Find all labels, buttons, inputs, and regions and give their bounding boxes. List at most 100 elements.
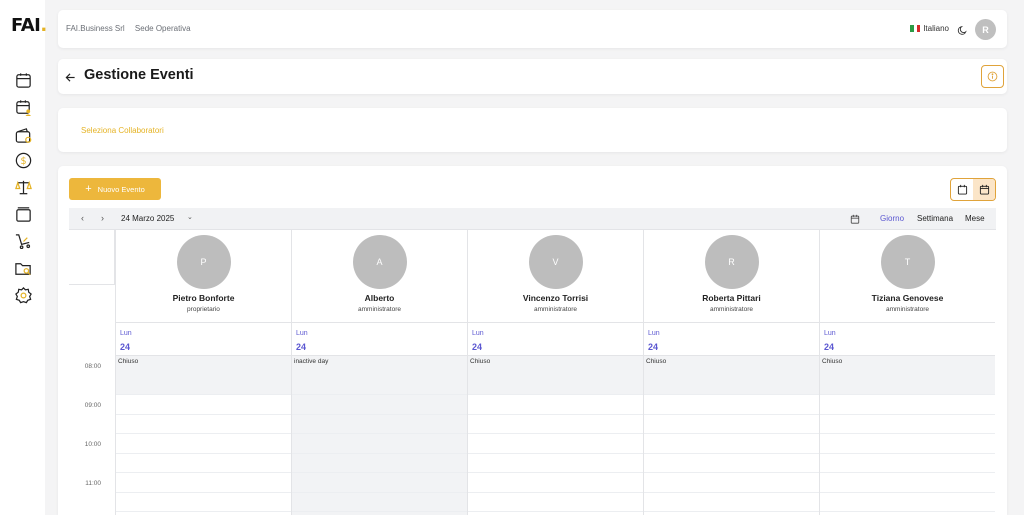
slot-status-label: Chiuso <box>646 358 667 365</box>
day-name[interactable]: Lun <box>296 330 308 337</box>
time-slot[interactable] <box>820 415 995 434</box>
time-slot[interactable] <box>468 493 643 512</box>
time-slot[interactable] <box>468 434 643 454</box>
resource-header: T Tiziana Genovese amministratore <box>820 230 995 323</box>
new-event-button[interactable]: + Nuovo Evento <box>69 178 161 200</box>
time-slot[interactable] <box>292 395 467 415</box>
time-slot[interactable] <box>468 415 643 434</box>
view-month[interactable]: Mese <box>965 214 985 223</box>
person-avatar[interactable]: A <box>352 235 407 289</box>
person-name: Roberta Pittari <box>702 293 761 303</box>
time-slot[interactable] <box>116 415 291 434</box>
day-number[interactable]: 24 <box>824 342 834 352</box>
wallet-settings-icon[interactable] <box>14 126 33 145</box>
closed-block: inactive day <box>292 356 467 394</box>
view-day[interactable]: Giorno <box>880 214 904 223</box>
day-number[interactable]: 24 <box>120 342 130 352</box>
day-number[interactable]: 24 <box>296 342 306 352</box>
slot-status-label: inactive day <box>294 358 329 365</box>
shopping-cart-icon[interactable] <box>14 232 33 251</box>
time-slot[interactable] <box>116 395 291 415</box>
time-slot[interactable] <box>820 493 995 512</box>
time-slot[interactable] <box>116 473 291 493</box>
select-collaborators-link[interactable]: Seleziona Collaboratori <box>81 126 164 135</box>
person-avatar[interactable]: T <box>880 235 935 289</box>
person-role: amministratore <box>534 306 577 313</box>
view-week[interactable]: Settimana <box>917 214 953 223</box>
time-slot[interactable] <box>292 434 467 454</box>
balance-scale-icon[interactable] <box>14 178 33 197</box>
app-logo[interactable]: FAI. <box>11 15 47 36</box>
time-slot[interactable] <box>644 415 819 434</box>
person-avatar[interactable]: V <box>528 235 583 289</box>
closed-block: Chiuso <box>644 356 819 394</box>
chevron-down-icon[interactable]: ⌄ <box>187 213 193 221</box>
page-title: Gestione Eventi <box>84 67 194 83</box>
day-body: Chiuso <box>116 356 291 515</box>
slot-status-label: Chiuso <box>822 358 843 365</box>
person-name: Alberto <box>364 293 395 303</box>
day-header: Lun 24 <box>820 323 995 356</box>
day-number[interactable]: 24 <box>648 342 658 352</box>
next-arrow-icon[interactable]: › <box>101 213 104 223</box>
time-slot[interactable] <box>820 395 995 415</box>
time-slot[interactable] <box>116 454 291 473</box>
resource-column: V Vincenzo Torrisi amministratore Lun 24 Chiu… <box>467 230 643 515</box>
current-date[interactable]: 24 Marzo 2025 <box>121 214 174 223</box>
person-avatar[interactable]: P <box>176 235 231 289</box>
time-slot[interactable] <box>644 454 819 473</box>
prev-arrow-icon[interactable]: ‹ <box>81 213 84 223</box>
top-bar: FAI.Business Srl Sede Operativa Italiano… <box>58 10 1007 48</box>
person-avatar[interactable]: R <box>704 235 759 289</box>
day-number[interactable]: 24 <box>472 342 482 352</box>
dark-mode-toggle-icon[interactable] <box>957 23 968 35</box>
closed-block: Chiuso <box>116 356 291 394</box>
info-button[interactable] <box>981 65 1004 88</box>
gear-icon[interactable] <box>14 286 33 305</box>
company-name: FAI.Business Srl <box>66 24 125 33</box>
time-slot[interactable] <box>820 434 995 454</box>
language-selector[interactable]: Italiano <box>910 24 949 33</box>
collaborators-panel: Seleziona Collaboratori <box>58 108 1007 152</box>
day-name[interactable]: Lun <box>648 330 660 337</box>
italy-flag-icon <box>910 25 921 32</box>
back-arrow-icon[interactable] <box>65 70 76 82</box>
calendar-icon[interactable] <box>14 71 33 90</box>
time-slot[interactable] <box>292 493 467 512</box>
day-name[interactable]: Lun <box>824 330 836 337</box>
day-name[interactable]: Lun <box>472 330 484 337</box>
time-slot[interactable] <box>644 473 819 493</box>
time-slot[interactable] <box>292 454 467 473</box>
branch-name: Sede Operativa <box>134 24 191 33</box>
time-slot[interactable] <box>116 493 291 512</box>
time-slot[interactable] <box>116 434 291 454</box>
svg-text:$: $ <box>20 156 26 167</box>
calendar-grid: 08:00 09:00 10:00 11:00 P Pietro Bonforte… <box>69 230 996 515</box>
time-slot[interactable] <box>644 434 819 454</box>
dollar-coin-icon[interactable]: $ <box>14 151 33 170</box>
folder-search-icon[interactable] <box>14 259 33 278</box>
time-slot[interactable] <box>292 415 467 434</box>
inbox-tray-icon[interactable] <box>14 205 33 224</box>
day-name[interactable]: Lun <box>120 330 132 337</box>
calendar-user-icon[interactable] <box>14 98 33 117</box>
date-picker-icon[interactable] <box>850 214 860 224</box>
time-slot[interactable] <box>644 395 819 415</box>
time-slot[interactable] <box>820 454 995 473</box>
user-avatar[interactable]: R <box>975 19 996 40</box>
plus-icon: + <box>85 182 92 195</box>
time-column: 08:00 09:00 10:00 11:00 <box>69 356 115 515</box>
time-label: 11:00 <box>85 480 101 487</box>
time-slot[interactable] <box>820 473 995 493</box>
calendar-view-button[interactable] <box>951 179 973 200</box>
resource-view-button[interactable] <box>973 179 995 200</box>
time-slot[interactable] <box>468 454 643 473</box>
time-slot[interactable] <box>468 473 643 493</box>
day-body: Chiuso <box>644 356 819 515</box>
time-slot[interactable] <box>644 493 819 512</box>
time-slot[interactable] <box>468 395 643 415</box>
view-toggle <box>950 178 996 201</box>
time-label: 08:00 <box>84 363 101 370</box>
resource-column: R Roberta Pittari amministratore Lun 24 Chius… <box>643 230 819 515</box>
time-slot[interactable] <box>292 473 467 493</box>
